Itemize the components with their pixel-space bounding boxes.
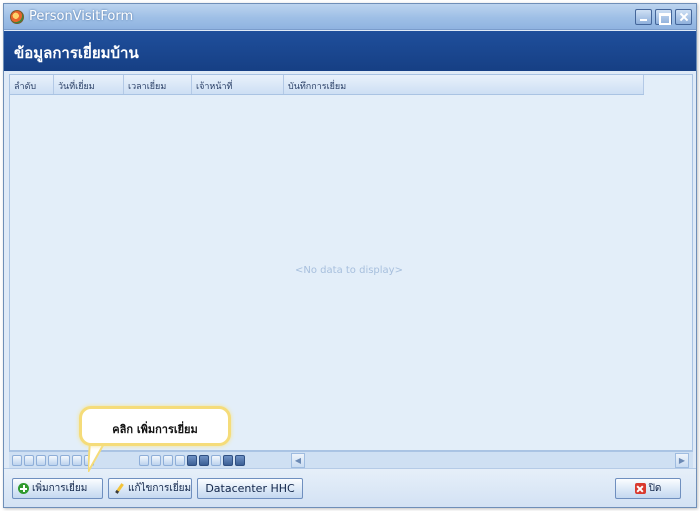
maximize-button[interactable]: [655, 9, 672, 25]
minimize-button[interactable]: [635, 9, 652, 25]
grid-header: ลำดับ วันที่เยี่ยม เวลาเยี่ยม เจ้าหน้าที…: [10, 75, 644, 95]
column-header-visit-time[interactable]: เวลาเยี่ยม: [124, 75, 192, 94]
datacenter-hhc-label: Datacenter HHC: [205, 482, 295, 495]
instruction-callout: คลิก เพิ่มการเยี่ยม: [79, 406, 231, 446]
close-window-button[interactable]: [675, 9, 692, 25]
edit-visit-button[interactable]: แก้ไขการเยี่ยม: [108, 478, 192, 499]
column-header-staff[interactable]: เจ้าหน้าที่: [192, 75, 284, 94]
nav-post-button[interactable]: [163, 455, 173, 466]
nav-prev-button[interactable]: [36, 455, 46, 466]
column-header-visit-date[interactable]: วันที่เยี่ยม: [54, 75, 124, 94]
nav-cancel-button[interactable]: [175, 455, 185, 466]
nav-prev-page-button[interactable]: [24, 455, 34, 466]
nav-refresh-button[interactable]: [187, 455, 197, 466]
scroll-right-button[interactable]: ▶: [675, 453, 689, 468]
pencil-icon: [114, 483, 125, 494]
add-icon: [18, 483, 29, 494]
nav-last-button[interactable]: [72, 455, 82, 466]
header-band: ข้อมูลการเยี่ยมบ้าน: [4, 31, 696, 71]
scroll-left-button[interactable]: ◀: [291, 453, 305, 468]
empty-grid-message: <No data to display>: [295, 265, 403, 276]
close-button[interactable]: ปิด: [615, 478, 681, 499]
nav-first-button[interactable]: [12, 455, 22, 466]
page-title: ข้อมูลการเยี่ยมบ้าน: [14, 44, 139, 62]
window-title: PersonVisitForm: [29, 9, 134, 24]
column-header-visit-note[interactable]: บันทึกการเยี่ยม: [284, 75, 644, 94]
nav-save-bookmark-button[interactable]: [199, 455, 209, 466]
nav-delete-button[interactable]: [139, 455, 149, 466]
callout-text: คลิก เพิ่มการเยี่ยม: [112, 423, 198, 436]
datacenter-hhc-button[interactable]: Datacenter HHC: [197, 478, 303, 499]
nav-dropdown-button[interactable]: [235, 455, 245, 466]
column-header-order[interactable]: ลำดับ: [10, 75, 54, 94]
add-visit-label: เพิ่มการเยี่ยม: [32, 483, 88, 494]
app-icon: [10, 10, 24, 24]
title-bar[interactable]: PersonVisitForm: [4, 4, 696, 30]
close-label: ปิด: [648, 483, 662, 494]
nav-edit-button[interactable]: [151, 455, 161, 466]
nav-next-button[interactable]: [48, 455, 58, 466]
edit-visit-label: แก้ไขการเยี่ยม: [128, 483, 192, 494]
grid-navigator: ◀ ▶: [9, 451, 693, 468]
add-visit-button[interactable]: เพิ่มการเยี่ยม: [12, 478, 103, 499]
visit-grid[interactable]: ลำดับ วันที่เยี่ยม เวลาเยี่ยม เจ้าหน้าที…: [9, 74, 693, 451]
close-x-icon: [634, 483, 646, 494]
bottom-toolbar: เพิ่มการเยี่ยม แก้ไขการเยี่ยม Datacenter…: [4, 468, 696, 507]
nav-goto-bookmark-button[interactable]: [211, 455, 221, 466]
nav-filter-button[interactable]: [223, 455, 233, 466]
nav-next-page-button[interactable]: [60, 455, 70, 466]
